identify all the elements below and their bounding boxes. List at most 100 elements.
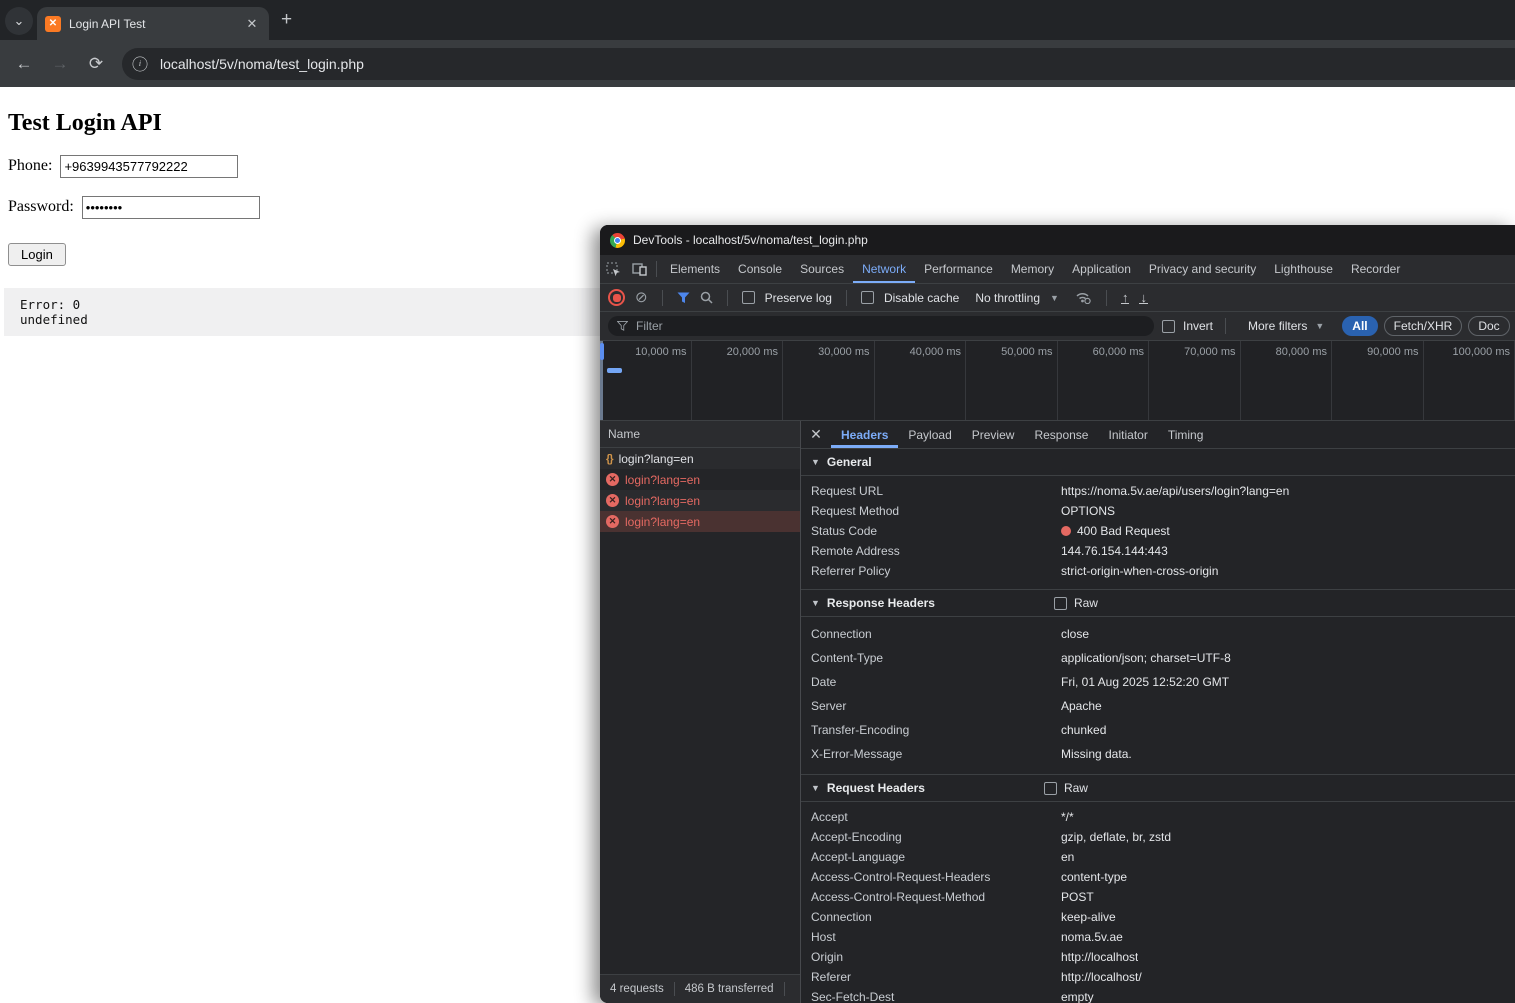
requests-list: {} ✕ login?lang=en {} ✕ login?lang=en {}…: [600, 448, 800, 974]
request-row[interactable]: {} ✕ login?lang=en: [600, 490, 800, 511]
devtools-tab[interactable]: Console: [729, 255, 791, 283]
detail-tab[interactable]: Response: [1024, 421, 1098, 448]
devtools-tab-label: Application: [1072, 262, 1131, 276]
header-value-text: keep-alive: [1061, 910, 1116, 924]
devtools-tab[interactable]: Privacy and security: [1140, 255, 1265, 283]
more-filters-button[interactable]: More filters: [1248, 319, 1307, 333]
inspect-element-icon[interactable]: [600, 255, 626, 283]
detail-tab-label: Response: [1034, 428, 1088, 442]
timeline-request-bar: [607, 368, 622, 373]
header-value: https://noma.5v.ae/api/users/login?lang=…: [1061, 484, 1289, 498]
header-value-text: strict-origin-when-cross-origin: [1061, 564, 1218, 578]
response-raw-checkbox[interactable]: [1054, 597, 1067, 610]
response-headers-section-header[interactable]: ▼ Response Headers Raw: [801, 589, 1515, 617]
export-har-icon[interactable]: ↓: [1139, 292, 1148, 304]
tab-close-icon[interactable]: ✕: [243, 15, 261, 33]
header-row: Status Code 400 Bad Request: [801, 521, 1515, 541]
request-type-filter-pill[interactable]: All: [1342, 316, 1377, 336]
header-value-text: chunked: [1061, 723, 1106, 737]
site-info-icon[interactable]: i: [133, 56, 148, 71]
devtools-tab[interactable]: Elements: [661, 255, 729, 283]
throttling-select[interactable]: No throttling: [975, 291, 1040, 305]
header-row: Connection close: [801, 622, 1515, 646]
disable-cache-checkbox[interactable]: [861, 291, 874, 304]
preserve-log-checkbox[interactable]: [742, 291, 755, 304]
chevron-down-icon[interactable]: ▼: [1315, 321, 1324, 331]
detail-tab[interactable]: Headers: [831, 421, 898, 448]
devtools-tab[interactable]: Recorder: [1342, 255, 1409, 283]
phone-label: Phone:: [8, 157, 52, 174]
timeline-tick-label: 30,000 ms: [783, 341, 875, 420]
import-har-icon[interactable]: ↑: [1121, 292, 1130, 304]
devtools-tab[interactable]: Lighthouse: [1265, 255, 1342, 283]
reload-button[interactable]: ⟳: [80, 48, 112, 80]
name-header-label: Name: [608, 427, 640, 441]
request-row[interactable]: {} ✕ login?lang=en: [600, 469, 800, 490]
header-value: chunked: [1061, 723, 1106, 737]
header-name: Accept-Language: [811, 850, 1061, 864]
device-toolbar-icon[interactable]: [626, 255, 652, 283]
back-button[interactable]: ←: [8, 48, 40, 80]
devtools-tab-label: Console: [738, 262, 782, 276]
requests-name-column-header[interactable]: Name: [600, 421, 800, 448]
header-row: Date Fri, 01 Aug 2025 12:52:20 GMT: [801, 670, 1515, 694]
request-raw-checkbox[interactable]: [1044, 782, 1057, 795]
new-tab-button[interactable]: +: [281, 9, 292, 31]
detail-tab[interactable]: Payload: [898, 421, 961, 448]
password-input[interactable]: [82, 196, 260, 219]
browser-tab[interactable]: ✕ Login API Test ✕: [37, 7, 269, 40]
invert-checkbox[interactable]: [1162, 320, 1175, 333]
detail-tab[interactable]: Timing: [1158, 421, 1214, 448]
clear-network-log-button[interactable]: ⊘: [635, 290, 648, 305]
network-conditions-icon[interactable]: [1075, 291, 1092, 304]
devtools-tab[interactable]: Network: [853, 255, 915, 283]
request-headers-section-header[interactable]: ▼ Request Headers Raw: [801, 774, 1515, 802]
disable-cache-label: Disable cache: [884, 291, 959, 305]
filter-toggle-icon[interactable]: [677, 292, 690, 304]
address-bar[interactable]: i localhost/5v/noma/test_login.php: [122, 48, 1515, 80]
header-value: keep-alive: [1061, 910, 1116, 924]
phone-input[interactable]: [60, 155, 238, 178]
header-name: Referer: [811, 970, 1061, 984]
header-row: Access-Control-Request-Method POST: [801, 887, 1515, 907]
filter-input-box[interactable]: [608, 316, 1154, 336]
header-value: close: [1061, 627, 1089, 641]
header-row: Transfer-Encoding chunked: [801, 718, 1515, 742]
devtools-titlebar[interactable]: DevTools - localhost/5v/noma/test_login.…: [600, 225, 1515, 255]
detail-tab[interactable]: Preview: [962, 421, 1025, 448]
request-type-filter-pill[interactable]: Fetch/XHR: [1384, 316, 1463, 336]
raw-label: Raw: [1064, 781, 1088, 795]
login-button[interactable]: Login: [8, 243, 66, 266]
request-row[interactable]: {} ✕ login?lang=en: [600, 448, 800, 469]
header-value: noma.5v.ae: [1061, 930, 1123, 944]
timeline-tick-label: 90,000 ms: [1332, 341, 1424, 420]
devtools-tab-label: Elements: [670, 262, 720, 276]
detail-tab[interactable]: Initiator: [1098, 421, 1157, 448]
devtools-tab[interactable]: Performance: [915, 255, 1002, 283]
request-error-icon: ✕: [606, 515, 619, 528]
devtools-tab-bar: Elements Console SourcesNetworkPerformance…: [600, 255, 1515, 284]
browser-tab-strip: ⌄ ✕ Login API Test ✕ +: [0, 0, 1515, 40]
devtools-tab[interactable]: Memory: [1002, 255, 1063, 283]
devtools-tab[interactable]: Sources: [791, 255, 853, 283]
header-row: Accept-Language en: [801, 847, 1515, 867]
devtools-window: DevTools - localhost/5v/noma/test_login.…: [600, 225, 1515, 1003]
search-icon[interactable]: [700, 291, 713, 304]
general-section-header[interactable]: ▼ General: [801, 449, 1515, 476]
request-type-filter-pill[interactable]: Doc: [1468, 316, 1509, 336]
devtools-tab[interactable]: Application: [1063, 255, 1140, 283]
record-network-log-button[interactable]: [608, 289, 625, 306]
header-value: http://localhost/: [1061, 970, 1142, 984]
header-name: Remote Address: [811, 544, 1061, 558]
forward-button[interactable]: →: [44, 48, 76, 80]
close-details-icon[interactable]: ✕: [801, 421, 831, 448]
network-overview-timeline[interactable]: 10,000 ms20,000 ms30,000 ms40,000 ms50,0…: [600, 341, 1515, 421]
request-row[interactable]: {} ✕ login?lang=en: [600, 511, 800, 532]
header-value-text: application/json; charset=UTF-8: [1061, 651, 1231, 665]
invert-label: Invert: [1183, 319, 1213, 333]
filter-input[interactable]: [634, 318, 1145, 334]
chevron-down-icon[interactable]: ▼: [1050, 293, 1059, 303]
request-name: login?lang=en: [625, 515, 700, 529]
header-value: Apache: [1061, 699, 1102, 713]
tab-search-button[interactable]: ⌄: [5, 7, 33, 35]
